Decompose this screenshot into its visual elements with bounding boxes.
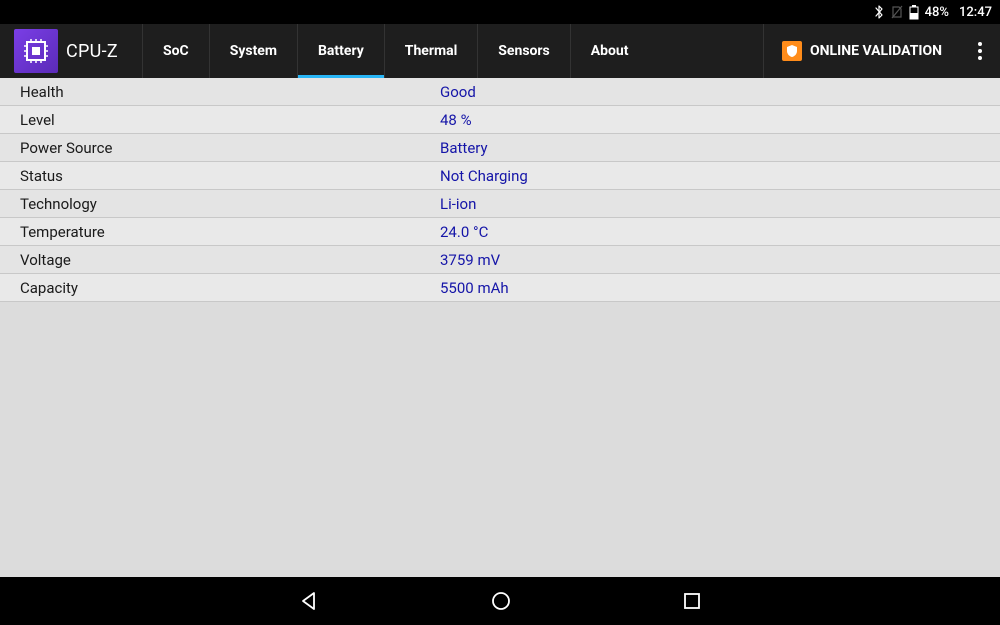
home-button[interactable] (480, 580, 522, 622)
action-bar: CPU-Z SoCSystemBatteryThermalSensorsAbou… (0, 24, 1000, 78)
online-validation-label: ONLINE VALIDATION (810, 43, 942, 59)
table-row: Voltage3759 mV (0, 246, 1000, 274)
tab-thermal[interactable]: Thermal (384, 24, 478, 78)
app-title: CPU-Z (66, 24, 142, 78)
row-value: Not Charging (440, 167, 1000, 185)
validation-shield-icon (782, 41, 802, 61)
table-row: TechnologyLi-ion (0, 190, 1000, 218)
tab-system[interactable]: System (209, 24, 297, 78)
tab-sensors[interactable]: Sensors (477, 24, 569, 78)
row-label: Status (0, 167, 440, 185)
table-row: HealthGood (0, 78, 1000, 106)
row-value: 24.0 °C (440, 223, 1000, 241)
row-label: Capacity (0, 279, 440, 297)
row-value: Li-ion (440, 195, 1000, 213)
row-value: Good (440, 83, 1000, 101)
row-value: 48 % (440, 111, 1000, 129)
navigation-bar (0, 577, 1000, 625)
table-row: Capacity5500 mAh (0, 274, 1000, 302)
tab-about[interactable]: About (570, 24, 649, 78)
bluetooth-icon (873, 5, 885, 19)
row-value: 3759 mV (440, 251, 1000, 269)
row-label: Technology (0, 195, 440, 213)
row-label: Health (0, 83, 440, 101)
app-icon (14, 29, 58, 73)
battery-icon (909, 5, 919, 20)
back-button[interactable] (288, 580, 330, 622)
table-row: Power SourceBattery (0, 134, 1000, 162)
row-label: Power Source (0, 139, 440, 157)
battery-percent: 48% (925, 5, 949, 20)
table-row: Level48 % (0, 106, 1000, 134)
row-label: Voltage (0, 251, 440, 269)
row-label: Level (0, 111, 440, 129)
content-area: HealthGoodLevel48 %Power SourceBatterySt… (0, 78, 1000, 577)
row-label: Temperature (0, 223, 440, 241)
row-value: 5500 mAh (440, 279, 1000, 297)
table-row: Temperature24.0 °C (0, 218, 1000, 246)
overflow-menu-button[interactable] (960, 24, 1000, 78)
row-value: Battery (440, 139, 1000, 157)
no-sim-icon (891, 5, 903, 19)
tab-soc[interactable]: SoC (142, 24, 209, 78)
tab-bar: SoCSystemBatteryThermalSensorsAbout (142, 24, 649, 78)
tab-battery[interactable]: Battery (297, 24, 384, 78)
recents-button[interactable] (672, 581, 712, 621)
online-validation-button[interactable]: ONLINE VALIDATION (763, 24, 960, 78)
clock: 12:47 (959, 5, 992, 20)
table-row: StatusNot Charging (0, 162, 1000, 190)
status-bar: 48% 12:47 (0, 0, 1000, 24)
